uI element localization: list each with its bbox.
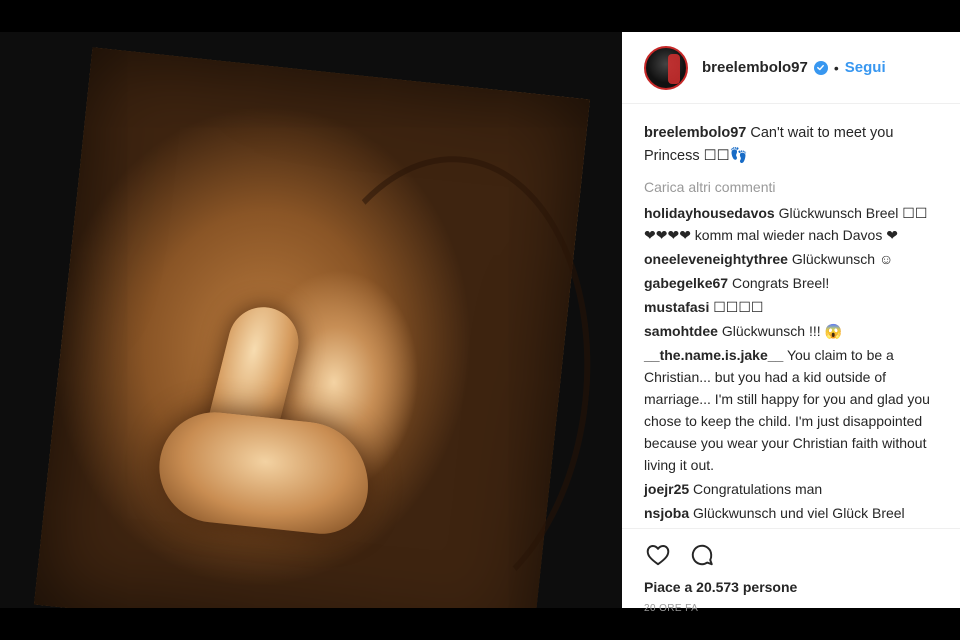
comment-text: You claim to be a Christian... but you h… [644,347,930,473]
comment-item: nsjoba Glückwunsch und viel Glück Breel [644,502,938,524]
comment-text: Glückwunsch ☺ [791,251,894,267]
comments-list[interactable]: breelembolo97 Can't wait to meet you Pri… [622,104,960,528]
comment-username[interactable]: samohtdee [644,323,718,339]
comment-item: joejr25 Congratulations man [644,478,938,500]
heart-icon[interactable] [644,541,672,569]
follow-button[interactable]: Segui [845,59,886,76]
post-header: breelembolo97 • Segui [622,32,960,104]
comment-text: Glückwunsch !!! 😱 [721,323,842,339]
avatar[interactable] [644,45,688,90]
likes-count[interactable]: Piace a 20.573 persone [644,579,938,595]
comment-username[interactable]: gabegelke67 [644,275,728,291]
post-viewer: breelembolo97 • Segui breelembolo97 Can'… [0,32,960,614]
post-actions: Piace a 20.573 persone 20 ORE FA [622,528,960,614]
author-username[interactable]: breelembolo97 [702,59,808,76]
comment-username[interactable]: __the.name.is.jake__ [644,347,783,363]
comment-username[interactable]: oneeleveneightythree [644,251,788,267]
post-timestamp: 20 ORE FA [644,603,699,614]
comment-username[interactable]: holidayhousedavos [644,205,775,221]
comment-text: Glückwunsch und viel Glück Breel [693,505,905,521]
caption-username[interactable]: breelembolo97 [644,125,746,141]
comment-item: __the.name.is.jake__ You claim to be a C… [644,344,938,476]
comment-text: Congratulations man [693,481,823,497]
comment-username[interactable]: joejr25 [644,481,689,497]
comment-item: gabegelke67 Congrats Breel! [644,272,938,294]
comment-item: mustafasi ☐☐☐☐ [644,296,938,318]
separator-dot: • [833,59,839,76]
post-caption: breelembolo97 Can't wait to meet you Pri… [644,122,938,168]
load-more-comments-button[interactable]: Carica altri commenti [644,176,938,198]
comment-item: samohtdee Glückwunsch !!! 😱 [644,320,938,342]
ultrasound-arc [265,141,613,608]
comment-text: ☐☐☐☐ [713,299,764,315]
comment-bubble-icon[interactable] [688,541,716,569]
comment-item: holidayhousedavos Glückwunsch Breel ☐☐ ❤… [644,202,938,246]
action-icons [644,541,938,569]
post-photo[interactable] [0,32,622,608]
comment-username[interactable]: nsjoba [644,505,689,521]
ultrasound-image [34,47,613,608]
comment-username[interactable]: mustafasi [644,299,709,315]
verified-badge-icon [813,60,828,75]
post-side-panel: breelembolo97 • Segui breelembolo97 Can'… [622,32,960,614]
comment-text: Congrats Breel! [731,275,830,291]
comment-item: oneeleveneightythree Glückwunsch ☺ [644,248,938,270]
